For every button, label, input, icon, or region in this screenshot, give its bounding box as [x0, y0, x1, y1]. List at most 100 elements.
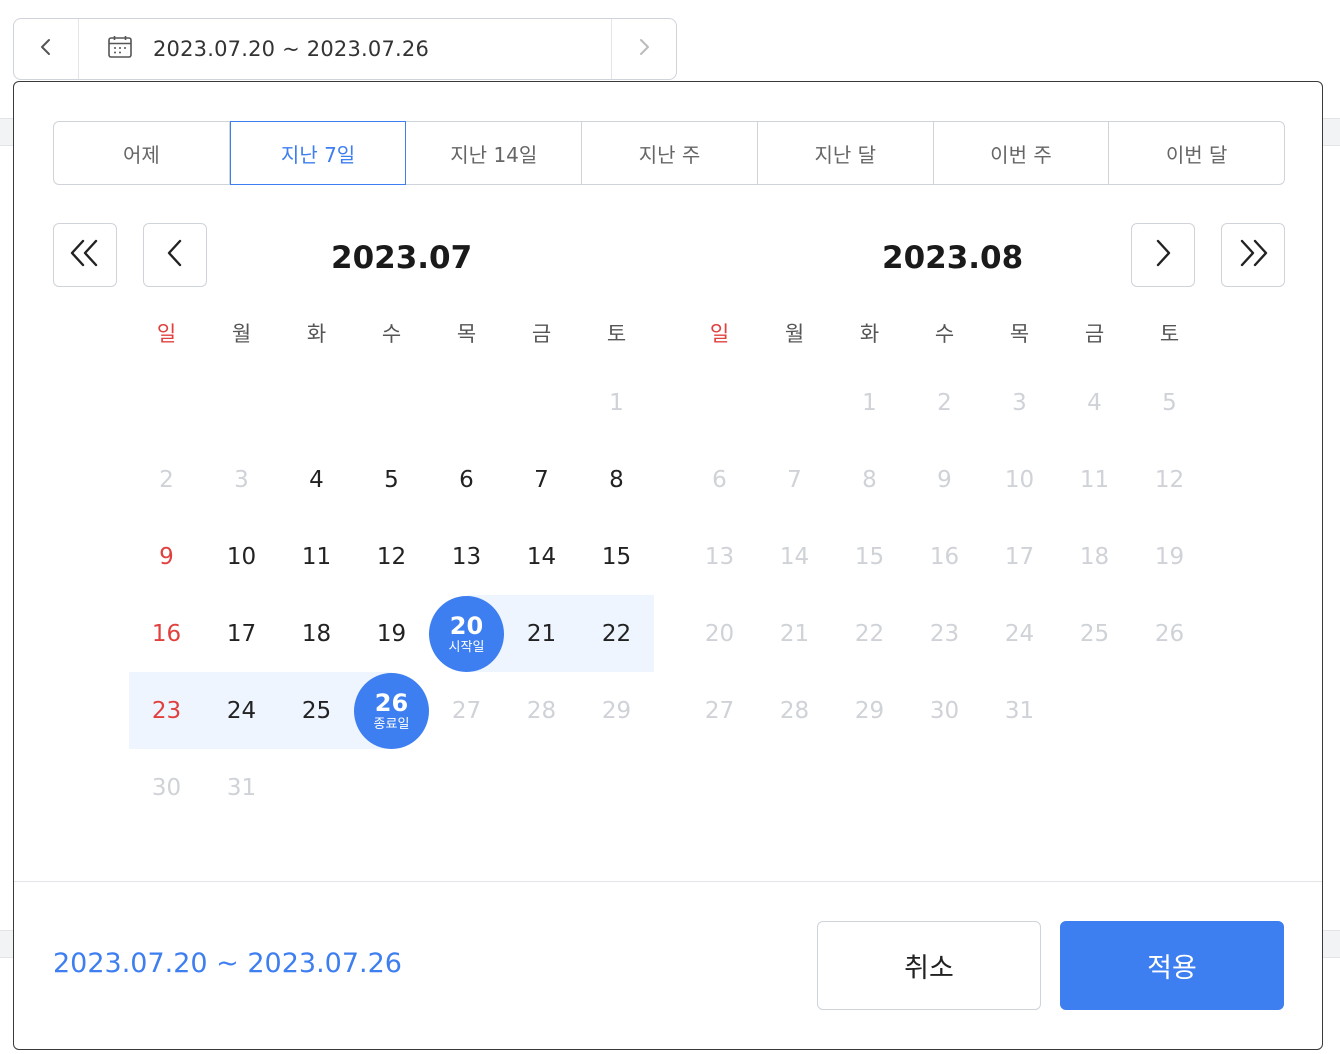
day-cell: 30 [151, 774, 182, 801]
day-cell[interactable]: 17 [204, 595, 279, 672]
empty-cell [354, 364, 429, 441]
day-cell: 29 [601, 697, 632, 724]
empty-cell [279, 364, 354, 441]
day-cell: 5 [1162, 389, 1177, 416]
empty-cell [429, 364, 504, 441]
day-cell: 4 [1087, 389, 1102, 416]
day-cell: 1 [609, 389, 624, 416]
range-display[interactable]: 2023.07.20 ~ 2023.07.26 [79, 19, 611, 79]
weekday-label: 토 [606, 322, 627, 346]
weekday-label: 화 [859, 322, 880, 346]
day-cell: 27 [704, 697, 735, 724]
preset-last-week[interactable]: 지난 주 [582, 122, 758, 184]
day-cell[interactable]: 9 [129, 518, 204, 595]
empty-cell [129, 364, 204, 441]
day-cell: 11 [1079, 466, 1110, 493]
apply-button[interactable]: 적용 [1060, 921, 1284, 1010]
preset-last-7-days[interactable]: 지난 7일 [229, 121, 407, 185]
weekday-label: 수 [934, 322, 955, 346]
empty-cell [757, 364, 832, 441]
weekday-label: 금 [531, 322, 552, 346]
calendar-july: 일월화수목금토 1 2 3 4 5 6 7 8 9 10 11 12 13 14 15 16 17 18 19 20 시… [129, 304, 655, 826]
day-cell: 27 [451, 697, 482, 724]
day-cell[interactable]: 20 시작일 [429, 595, 504, 672]
preset-tabs: 어제 지난 7일 지난 14일 지난 주 지난 달 이번 주 이번 달 [53, 121, 1285, 185]
weekday-label: 수 [381, 322, 402, 346]
day-cell: 15 [854, 543, 885, 570]
weekday-label: 월 [231, 322, 252, 346]
cancel-button[interactable]: 취소 [817, 921, 1041, 1010]
preset-this-week[interactable]: 이번 주 [934, 122, 1110, 184]
day-cell[interactable]: 13 [429, 518, 504, 595]
next-year-button[interactable] [1221, 223, 1285, 287]
day-cell[interactable]: 11 [279, 518, 354, 595]
day-cell: 20 [704, 620, 735, 647]
chevron-left-icon [39, 36, 53, 62]
prev-year-button[interactable] [53, 223, 117, 287]
day-grid: 1 2 3 4 5 6 7 8 9 10 11 12 13 14 15 16 17 18 19 20 21 22 23 24 2… [682, 364, 1208, 749]
calendar-icon [107, 35, 133, 63]
range-next-button[interactable] [611, 19, 676, 79]
day-cell: 9 [937, 466, 952, 493]
preset-yesterday[interactable]: 어제 [54, 122, 230, 184]
day-cell: 28 [779, 697, 810, 724]
day-cell: 10 [1004, 466, 1035, 493]
day-cell: 28 [526, 697, 557, 724]
day-cell: 14 [779, 543, 810, 570]
chevron-left-icon [165, 238, 185, 272]
range-text: 2023.07.20 ~ 2023.07.26 [153, 37, 430, 61]
day-cell: 23 [929, 620, 960, 647]
day-cell[interactable]: 21 [504, 595, 579, 672]
day-cell[interactable]: 19 [354, 595, 429, 672]
day-cell[interactable]: 26 종료일 [354, 672, 429, 749]
weekday-header: 일월화수목금토 [682, 304, 1208, 364]
preset-last-14-days[interactable]: 지난 14일 [406, 122, 583, 184]
day-cell[interactable]: 10 [204, 518, 279, 595]
day-cell[interactable]: 23 [129, 672, 204, 749]
weekday-label: 목 [456, 322, 477, 346]
double-chevron-right-icon [1236, 238, 1270, 272]
weekday-label: 일 [709, 322, 730, 346]
footer-divider [14, 881, 1322, 882]
day-cell[interactable]: 25 [279, 672, 354, 749]
day-cell[interactable]: 4 [279, 441, 354, 518]
chevron-right-icon [637, 36, 651, 62]
date-picker-popup: 어제 지난 7일 지난 14일 지난 주 지난 달 이번 주 이번 달 2023… [13, 81, 1323, 1050]
date-range-selector[interactable]: 2023.07.20 ~ 2023.07.26 [13, 18, 677, 80]
day-cell: 2 [159, 466, 174, 493]
prev-month-button[interactable] [143, 223, 207, 287]
day-cell: 19 [1154, 543, 1185, 570]
day-cell[interactable]: 8 [579, 441, 654, 518]
range-end-marker: 26 종료일 [354, 672, 429, 749]
day-cell[interactable]: 15 [579, 518, 654, 595]
weekday-label: 월 [784, 322, 805, 346]
day-cell[interactable]: 18 [279, 595, 354, 672]
day-cell[interactable]: 6 [429, 441, 504, 518]
day-cell: 24 [1004, 620, 1035, 647]
day-cell: 21 [779, 620, 810, 647]
day-cell: 12 [1154, 466, 1185, 493]
day-cell: 22 [854, 620, 885, 647]
day-cell: 18 [1079, 543, 1110, 570]
empty-cell [204, 364, 279, 441]
day-cell[interactable]: 22 [579, 595, 654, 672]
chevron-right-icon [1153, 238, 1173, 272]
weekday-header: 일월화수목금토 [129, 304, 655, 364]
day-cell[interactable]: 24 [204, 672, 279, 749]
day-number: 26 [374, 688, 409, 717]
day-cell: 3 [234, 466, 249, 493]
day-cell: 7 [787, 466, 802, 493]
day-cell: 31 [226, 774, 257, 801]
day-cell[interactable]: 5 [354, 441, 429, 518]
day-cell[interactable]: 7 [504, 441, 579, 518]
range-prev-button[interactable] [14, 19, 79, 79]
weekday-label: 토 [1159, 322, 1180, 346]
day-cell: 8 [862, 466, 877, 493]
preset-this-month[interactable]: 이번 달 [1109, 122, 1284, 184]
month-title-left: 2023.07 [331, 240, 473, 276]
day-cell[interactable]: 14 [504, 518, 579, 595]
preset-last-month[interactable]: 지난 달 [758, 122, 934, 184]
day-cell[interactable]: 12 [354, 518, 429, 595]
next-month-button[interactable] [1131, 223, 1195, 287]
day-cell[interactable]: 16 [129, 595, 204, 672]
